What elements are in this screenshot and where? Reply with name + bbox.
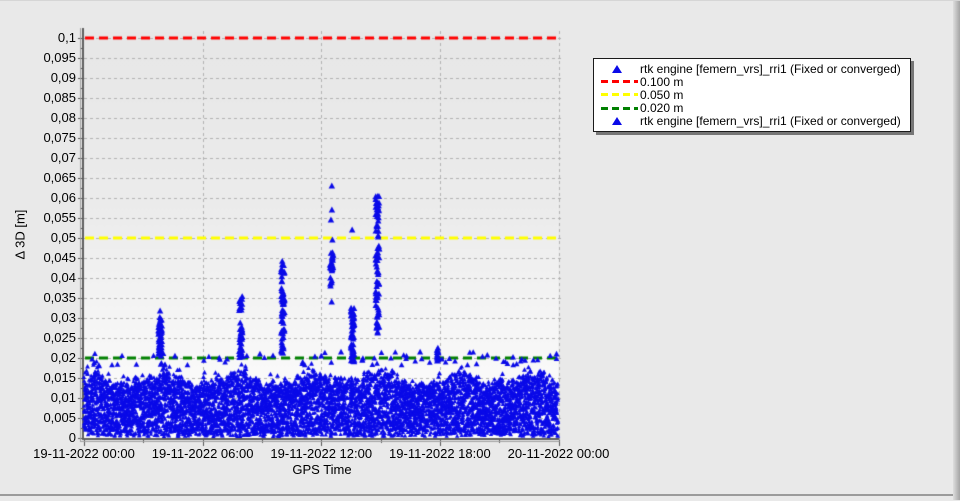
y-tick-label: 0,045 [43,250,76,265]
y-tick-label: 0,005 [43,410,76,425]
dashed-line-icon [601,93,638,97]
window-bottom-divider [0,494,953,496]
y-tick-label: 0,06 [50,190,76,205]
y-tick-label: 0,02 [50,350,76,365]
legend-label: 0.020 m [640,101,684,116]
x-axis-title: GPS Time [292,462,352,477]
y-tick-label: 0,095 [43,50,76,65]
application-window: 0 0,005 0,01 0,015 0,02 0,025 0,03 0,035 0,04 0,0… [0,0,960,501]
legend-entry: 0.100 m [594,74,901,89]
legend-entry: 0.050 m [594,87,901,102]
legend-marker [594,64,640,73]
legend-entry: 0.020 m [594,101,901,116]
y-tick-label: 0 [68,430,76,445]
x-tick-label: 19-11-2022 06:00 [151,446,254,461]
legend-marker [594,117,640,126]
y-tick-label: 0,07 [50,150,76,165]
y-tick-label: 0,025 [43,330,76,345]
x-tick-label: 19-11-2022 00:00 [33,446,135,461]
y-tick-label: 0,03 [50,310,76,325]
window-right-edge [953,1,960,500]
y-tick-label: 0,035 [43,290,76,305]
legend-label: 0.050 m [640,87,684,102]
y-tick-label: 0,015 [43,370,76,385]
chart-legend: rtk engine [femern_vrs]_rri1 (Fixed or c… [593,58,911,132]
triangle-marker-icon [612,117,622,126]
legend-label: rtk engine [femern_vrs]_rri1 (Fixed or c… [640,61,901,76]
legend-entry: rtk engine [femern_vrs]_rri1 (Fixed or c… [594,114,901,129]
dashed-line-icon [601,80,638,84]
y-tick-label: 0,05 [50,230,76,245]
y-tick-label: 0,1 [57,30,76,45]
legend-marker [594,80,640,84]
y-tick-label: 0,09 [50,70,76,85]
y-tick-label: 0,065 [43,170,76,185]
legend-label: 0.100 m [640,74,684,89]
x-tick-label: 19-11-2022 18:00 [389,446,491,461]
legend-marker [594,106,640,110]
y-tick-label: 0,01 [50,390,76,405]
legend-entry: rtk engine [femern_vrs]_rri1 (Fixed or c… [594,61,901,76]
legend-label: rtk engine [femern_vrs]_rri1 (Fixed or c… [640,114,901,129]
triangle-marker-icon [612,64,622,73]
x-tick-label: 19-11-2022 12:00 [270,446,373,461]
y-tick-label: 0,055 [43,210,76,225]
x-tick-label: 20-11-2022 00:00 [507,446,610,461]
y-tick-label: 0,075 [43,130,76,145]
legend-marker [594,93,640,97]
y-tick-label: 0,08 [50,110,76,125]
y-axis-title: Δ 3D [m] [12,209,28,260]
dashed-line-icon [601,106,638,110]
y-tick-label: 0,085 [43,90,76,105]
y-tick-label: 0,04 [50,270,76,285]
